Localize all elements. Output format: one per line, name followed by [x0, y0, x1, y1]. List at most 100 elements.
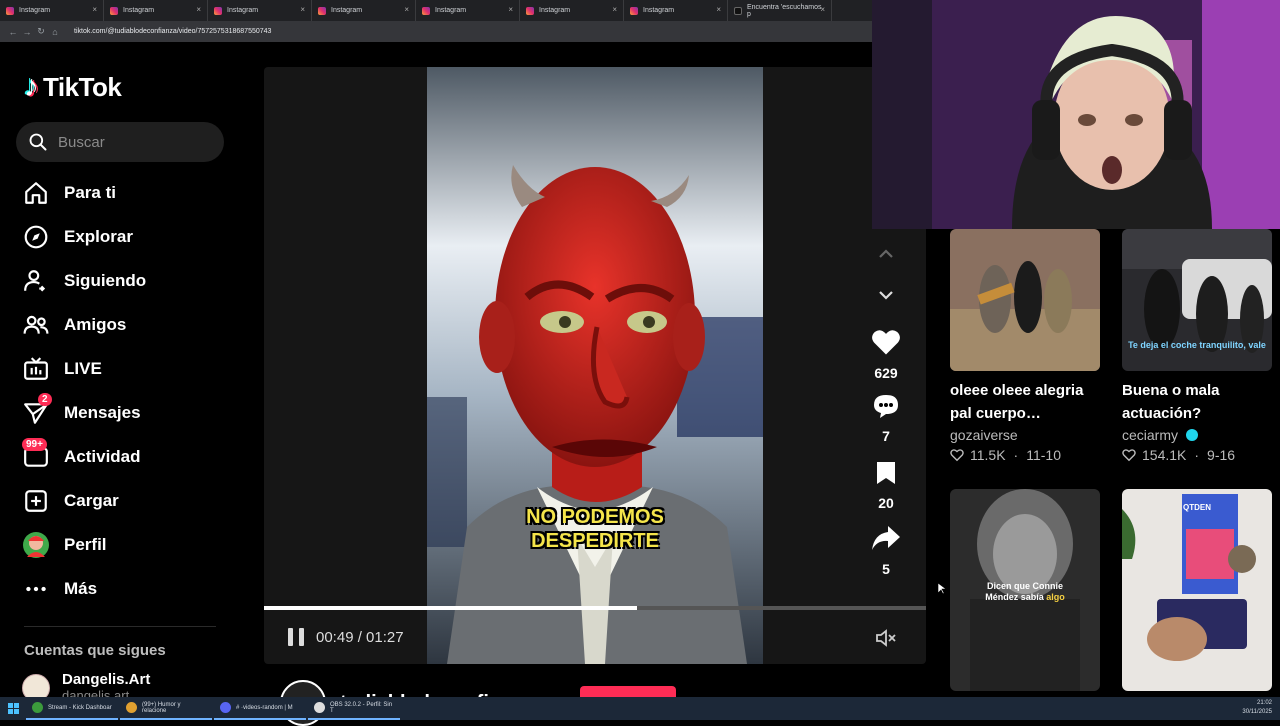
sidebar-item-following[interactable]: Siguiendo — [22, 265, 222, 297]
search-input[interactable] — [58, 133, 208, 151]
mouse-cursor — [938, 583, 946, 595]
chevron-down-icon — [879, 291, 893, 300]
close-tab-icon[interactable]: × — [612, 5, 617, 14]
close-tab-icon[interactable]: × — [508, 5, 513, 14]
browser-tab[interactable]: Instagram × — [416, 0, 520, 21]
video-progress-fill — [264, 606, 637, 610]
sidebar-item-home[interactable]: Para ti — [22, 177, 222, 209]
save-count: 20 — [878, 495, 894, 511]
browser-tab[interactable]: Instagram × — [104, 0, 208, 21]
instagram-icon — [526, 6, 534, 15]
sidebar-item-label: Siguiendo — [64, 271, 147, 290]
home-nav-icon[interactable]: ⌂ — [48, 27, 62, 37]
following-icon — [22, 267, 50, 295]
video-thumbnail[interactable]: Te deja el coche tranquilito, vale — [1122, 229, 1272, 371]
close-tab-icon[interactable]: × — [196, 5, 201, 14]
like-button[interactable]: 629 — [866, 328, 906, 381]
share-count: 5 — [882, 561, 890, 577]
thumbnail-caption: Dicen que Connie Méndez sabía algo — [985, 581, 1065, 602]
sidebar-item-upload[interactable]: Cargar — [22, 485, 222, 517]
recommended-card[interactable]: QTDEN — [1122, 489, 1272, 691]
logo-text: TikTok — [43, 71, 122, 102]
taskbar-app-label: # ·videos-random | M — [236, 704, 293, 711]
sidebar-item-compass[interactable]: Explorar — [22, 221, 222, 253]
volume-icon[interactable] — [874, 626, 898, 655]
like-count: 629 — [874, 365, 898, 381]
thumbnail-caption: QTDEN — [1183, 503, 1211, 512]
card-title: Buena o mala actuación? — [1122, 382, 1220, 422]
sidebar-item-profile[interactable]: Perfil — [22, 529, 222, 561]
tab-label: Instagram — [227, 7, 259, 14]
tab-label: Instagram — [331, 7, 363, 14]
sidebar-item-label: Perfil — [64, 535, 107, 554]
windows-start-icon[interactable] — [0, 697, 26, 720]
browser-tab[interactable]: Instagram × — [0, 0, 104, 21]
taskbar-app-label: Stream - Kick Dashboar — [48, 704, 112, 711]
instagram-icon — [110, 6, 118, 15]
sidebar-item-activity[interactable]: 99+ Actividad — [22, 438, 222, 473]
prev-video-button[interactable] — [866, 244, 906, 269]
activity-icon: 99+ — [22, 438, 50, 471]
recommended-card[interactable]: Te deja el coche tranquilito, vale Buena… — [1122, 229, 1272, 463]
share-icon — [872, 526, 900, 550]
browser-tab[interactable]: Encuentra 'escuchamos p × — [728, 0, 832, 21]
instagram-icon — [318, 6, 326, 15]
close-tab-icon[interactable]: × — [92, 5, 97, 14]
tiktok-icon — [734, 6, 742, 15]
card-author[interactable]: ceciarmy — [1122, 427, 1272, 443]
sidebar-item-more[interactable]: Más — [22, 573, 222, 605]
video-frame[interactable] — [427, 67, 763, 664]
close-tab-icon[interactable]: × — [404, 5, 409, 14]
taskbar-app[interactable]: (99+) Humor y relacione — [120, 697, 212, 720]
sidebar-item-messages[interactable]: 2 Mensajes — [22, 393, 222, 429]
address-bar[interactable]: ← → ↻ ⌂ tiktok.com/@tudiablodeconfianza/… — [0, 21, 872, 42]
tiktok-logo[interactable]: ♪ TikTok — [24, 70, 122, 104]
taskbar-app[interactable]: OBS 32.0.2 - Perfil: Sin T — [308, 697, 400, 720]
sidebar-item-label: LIVE — [64, 359, 102, 378]
compass-icon — [22, 223, 50, 251]
streamer-webcam — [872, 0, 1280, 229]
next-video-button[interactable] — [866, 285, 906, 310]
notification-badge: 2 — [38, 393, 52, 406]
live-icon — [22, 355, 50, 383]
browser-tab[interactable]: Instagram × — [624, 0, 728, 21]
browser-tab[interactable]: Instagram × — [208, 0, 312, 21]
recommended-card[interactable]: oleee oleee alegria pal cuerpo… gozaiver… — [950, 229, 1100, 463]
browser-tab[interactable]: Instagram × — [312, 0, 416, 21]
forward-icon[interactable]: → — [20, 27, 34, 37]
search-box[interactable] — [16, 122, 224, 162]
save-button[interactable]: 20 — [866, 460, 906, 511]
back-icon[interactable]: ← — [6, 27, 20, 37]
taskbar-app[interactable]: Stream - Kick Dashboar — [26, 697, 118, 720]
app-icon — [314, 702, 325, 713]
close-tab-icon[interactable]: × — [716, 5, 721, 14]
card-author[interactable]: gozaiverse — [950, 427, 1100, 443]
reload-icon[interactable]: ↻ — [34, 26, 48, 37]
sidebar-item-friends[interactable]: Amigos — [22, 309, 222, 341]
share-button[interactable]: 5 — [866, 524, 906, 577]
browser-tab[interactable]: Instagram × — [520, 0, 624, 21]
video-thumbnail[interactable]: Dicen que Connie Méndez sabía algo — [950, 489, 1100, 691]
instagram-icon — [630, 6, 638, 15]
taskbar-app[interactable]: # ·videos-random | M — [214, 697, 306, 720]
url-text[interactable]: tiktok.com/@tudiablodeconfianza/video/75… — [74, 28, 271, 35]
close-tab-icon[interactable]: × — [300, 5, 305, 14]
sidebar-item-label: Mensajes — [64, 403, 141, 422]
sidebar-item-live[interactable]: LIVE — [22, 353, 222, 385]
recommended-card[interactable]: Dicen que Connie Méndez sabía algo — [950, 489, 1100, 691]
sidebar-item-label: Cargar — [64, 491, 119, 510]
close-tab-icon[interactable]: × — [820, 5, 825, 14]
sidebar-item-label: Para ti — [64, 183, 116, 202]
tab-label: Instagram — [643, 7, 675, 14]
comment-button[interactable]: 7 — [866, 393, 906, 444]
video-thumbnail[interactable] — [950, 229, 1100, 371]
pause-icon[interactable] — [288, 628, 304, 646]
app-icon — [32, 702, 43, 713]
notification-badge: 99+ — [22, 438, 47, 451]
instagram-icon — [422, 6, 430, 15]
sidebar-item-label: Actividad — [64, 447, 141, 466]
video-thumbnail[interactable]: QTDEN — [1122, 489, 1272, 691]
sidebar-item-label: Más — [64, 579, 98, 598]
account-name: Dangelis.Art — [62, 671, 151, 688]
taskbar-clock[interactable]: 21:02 30/11/2025 — [1242, 699, 1272, 717]
